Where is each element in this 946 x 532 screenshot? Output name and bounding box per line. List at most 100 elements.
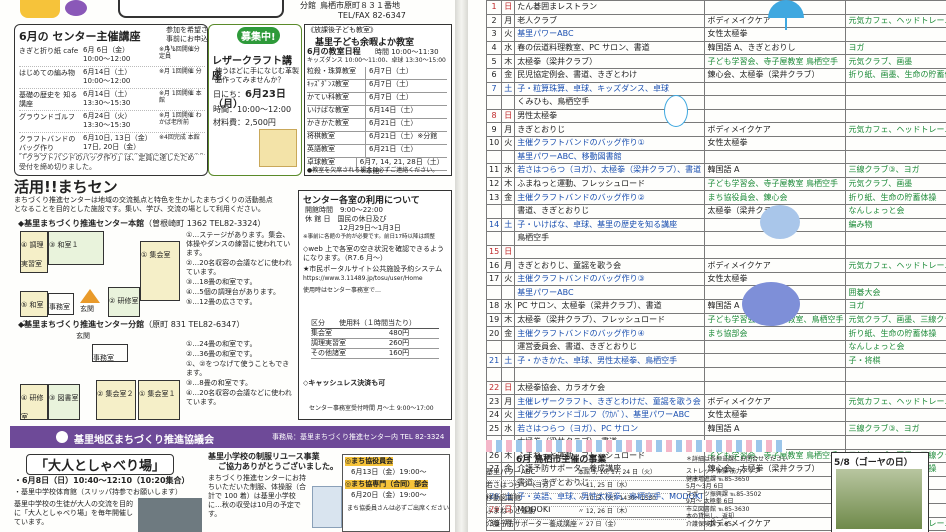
kids-class-row: ｷｯｽﾞﾀﾞﾝｽ教室 6月7日（土） [307, 80, 447, 93]
course-name: きぎと折り紙 cafe [19, 47, 79, 55]
kids-class-date: 6月14日（土） [369, 106, 418, 114]
schedule-main-hall: 太極拳協会、カラオケ会 [514, 380, 706, 396]
schedule-day: 23 [485, 394, 503, 409]
meeting-2-date: 6月20日（金）19:00～ [351, 491, 427, 499]
schedule-branch [704, 95, 847, 110]
schedule-row: 19木太極拳（梁井クラブ）、フレッシュロード子ども学習会、寺子屋教室、鳥栖空手元… [485, 312, 946, 328]
fee-room: 調理実習室 [311, 339, 346, 347]
meeting-1-title: ◎まち協役員会 [345, 457, 394, 466]
schedule-day [485, 95, 503, 110]
schedule-day: 11 [485, 163, 503, 178]
room-hall: ① 集会室 [140, 241, 180, 301]
city-program-name: 若さはつらつ（ヨガ） [486, 481, 556, 489]
course-row: グラウンドゴルフ 6月24日（火） 13:30～15:30 ※月 1回開催 わかば老所… [19, 111, 205, 133]
schedule-branch: 錬心会、太極拳（梁井クラブ） [704, 67, 847, 83]
fee-amount: 260円 [388, 339, 410, 347]
recruit-fee-row: 材料費：2,500円 [213, 118, 276, 127]
schedule-main-hall: 基里パワーABC [514, 27, 706, 42]
schedule-weekday: 日 [501, 0, 516, 15]
council-banner: 基里地区まちづくり推進協議会 事務局：基里まちづくり推進センター内 TEL 82… [10, 426, 450, 448]
kids-class-row: かてい科教室 6月7日（土） [307, 93, 447, 106]
schedule-main-hall: きぎとおりじ、童謡を歌う会 [514, 258, 706, 273]
facility-note: ②…20名収容の会議などに使われています。 [186, 259, 292, 276]
facility-note: ④…5個の調理台があります。 [186, 288, 281, 296]
honkan-notes: ①…ステージがあります。集会、体操やダンスの練習に使われています。 ②…20名収容… [186, 231, 296, 308]
course-cost: ※4回完成 本館 [159, 134, 200, 141]
schedule-weekday: 月 [501, 394, 516, 409]
city-program-row: ふまねっと運動 〃 12, 26 日（木） [486, 507, 686, 520]
schedule-other: 元気カフェ、ヘッドトレーニング [845, 13, 946, 29]
usage-box: センター各室の利用について 開館時間 9:00～22:00 休 館 日 国民の休… [298, 190, 452, 420]
course-name: クラフトバンドの バッグ作り [19, 135, 76, 152]
schedule-day: 9 [485, 122, 503, 137]
course-cost: ※月 1回開催 分 [159, 68, 202, 75]
usage-reserve-note: ※事前に各館の予約が必要です。前日17時以降は調整 [303, 234, 436, 240]
schedule-day [485, 149, 503, 165]
schedule-other: なんしょっと会 [845, 203, 946, 219]
kids-class-date: 6月21日（土）※分館 [369, 132, 438, 140]
top-header: 分館 鳥栖市原町８３１番地 TEL/FAX 82-6347 [0, 0, 455, 22]
schedule-weekday: 土 [501, 81, 516, 97]
schedule-row: 13 金主催クラフトバンドのバッグ作り② まち協役員会、錬心会 折り紙、生命の貯蓄体操 [485, 190, 946, 205]
city-program-name: 介護予防サポーター養成講座 [486, 520, 577, 528]
schedule-other [845, 81, 946, 97]
schedule-branch [704, 339, 847, 355]
schedule-day: 20 [485, 326, 503, 341]
usage-web3: 使用時はセンター事務室で… [303, 287, 382, 294]
schedule-main-hall: 運営委員会、書道、きぎとおりじ [514, 339, 706, 355]
kids-class-name: 粒殺・珠算教室 [307, 67, 366, 79]
schedule-weekday [501, 285, 516, 301]
schedule-weekday: 木 [501, 312, 516, 328]
course-name: グラウンドゴルフ [19, 113, 75, 121]
council-meetings: ◎まち協役員会 6月13日（金）19:00～ ◎まち協専門（合同）部会 6月20… [342, 454, 450, 532]
schedule-day: 17 [485, 271, 503, 287]
usage-hours: 開館時間 9:00～22:00 [305, 206, 383, 214]
kids-class-name: 英語教室 [307, 145, 366, 157]
schedule-branch: 子ども学習会、寺子屋教室 鳥栖空手 [704, 54, 847, 69]
schedule-row: 6 金民児協定例会、書道、きぎとわけ 錬心会、太極拳（梁井クラブ） 折り紙、画墨、生命… [485, 67, 946, 83]
city-contact-line: 9月～ 太極拳 6日 [686, 498, 734, 505]
schedule-day: 18 [485, 299, 503, 314]
schedule-day: 2 [485, 13, 503, 29]
city-program-list: 基里パワーABC 本館 3, 10, 17, 24 日（火） 若さはつらつ（ヨガ） 〃… [486, 468, 686, 532]
fee-row: 調理実習室 260円 [311, 339, 439, 349]
schedule-other [845, 380, 946, 396]
schedule-day: 6 [485, 67, 503, 83]
katsuyo-title: 活用!!まちセン [14, 178, 118, 196]
city-program-when: 〃 11, 25 日（水） [578, 482, 631, 489]
reuse-title: 基里小学校の制服リユース事業 [208, 452, 320, 461]
fee-amount: 160円 [388, 349, 410, 357]
leather-craft-box: 募集中! レザークラフト講座 使うほどに手になじむ革製品 を作ってみませんか？ … [208, 24, 302, 176]
schedule-branch: ボディメイクケア [704, 394, 847, 409]
month-badge [20, 0, 60, 18]
schedule-row: 9月きぎとおりじボディメイクケア元気カフェ、ヘッドトレーニング [485, 122, 946, 137]
schedule-other: 囲碁大会 [845, 285, 946, 301]
kids-schedule: 粒殺・珠算教室 6月7日（土） ｷｯｽﾞﾀﾞﾝｽ教室 6月7日（土） かてい科教室 6月7… [307, 67, 447, 175]
schedule-row: 17 火主催クラフトバンドのバッグ作り③ 女性太極拳 [485, 271, 946, 287]
schedule-row: 基里パワーABC、移動図書館 [485, 149, 946, 165]
schedule-day: 4 [485, 40, 503, 56]
schedule-day: 15 [485, 244, 503, 260]
talk-place: ・基里中学校体育館（スリッパ持参でお願いします） [14, 488, 182, 496]
schedule-day [485, 367, 503, 382]
facility-note: ③…18畳の和室です。 [186, 278, 257, 286]
schedule-day [485, 203, 503, 219]
city-contact-line: ストレッチ体操 筋力アップ [686, 468, 760, 475]
schedule-other [845, 135, 946, 151]
reservation-url-link[interactable]: https://www.3.11489.jp/tosu/user/Home [303, 275, 423, 282]
branch-label: 分館 [300, 1, 316, 10]
course-time: 13:30～15:30 [83, 99, 131, 107]
bunkan-hall1: ① 集会室１ [138, 380, 180, 420]
schedule-weekday: 土 [501, 217, 516, 233]
schedule-other: ヨガ [845, 40, 946, 56]
schedule-row: 4 水春の伝道料理教室、PC サロン、書道 韓国語 A、きぎとおりし ヨガ [485, 40, 946, 56]
schedule-weekday: 日 [501, 108, 516, 124]
schedule-row: 1 日たん碁囲まレストラン [485, 0, 946, 15]
city-contacts: ストレッチ体操 筋力アップ 健康増進課 ℡85-3650 5月～3月 6日 スポーツ振… [686, 468, 826, 528]
schedule-branch [704, 149, 847, 165]
bunkan-training: ④ 研修室 [20, 384, 48, 421]
schedule-row: 23 月主催レザークラフト、きぎとわけだ、童謡を歌う会 ボディメイクケア 元気カフェ、… [485, 394, 946, 409]
courses-title: 6月の センター主催講座 [19, 30, 141, 43]
recruit-desc-2: を作ってみませんか？ [215, 76, 285, 84]
city-program-when: 〃 12, 26 日（木） [578, 508, 631, 515]
